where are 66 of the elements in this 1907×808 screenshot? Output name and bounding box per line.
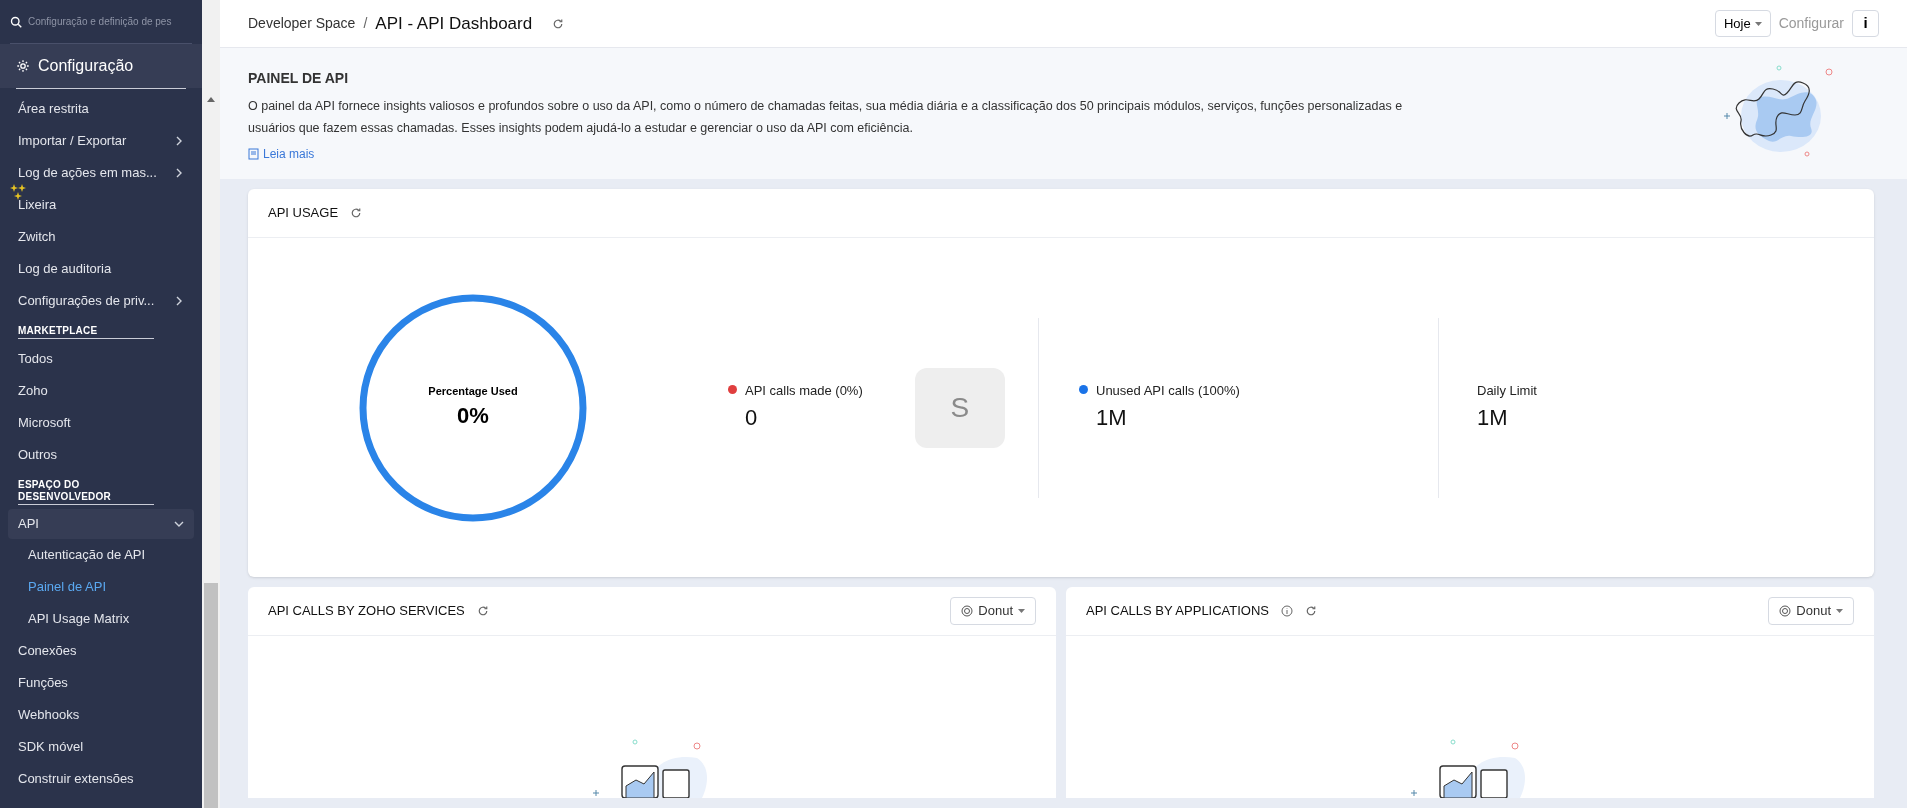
gauge-value: 0% xyxy=(457,402,489,431)
stat-value: 0 xyxy=(745,403,759,432)
sidebar-item[interactable]: Webhooks xyxy=(0,699,202,731)
sidebar-item[interactable]: Todos xyxy=(0,343,202,375)
sidebar-item[interactable]: Log de ações em mas... xyxy=(0,157,202,189)
section-header: Configuração xyxy=(0,44,202,88)
section-label: ESPAÇO DO DESENVOLVEDOR xyxy=(18,479,154,505)
gauge-label: Percentage Used xyxy=(428,383,518,399)
chart-type-dropdown[interactable]: Donut xyxy=(1768,597,1854,625)
breadcrumb-link[interactable]: Developer Space xyxy=(248,13,356,34)
breadcrumb-separator: / xyxy=(363,14,368,33)
stat-label: Daily Limit xyxy=(1477,382,1537,401)
chevron-icon xyxy=(174,168,184,178)
caret-icon xyxy=(1754,21,1762,26)
sidebar-subitem[interactable]: Autenticação de API xyxy=(0,539,202,571)
sidebar-item[interactable]: Log de auditoria xyxy=(0,253,202,285)
avatar-letter: S xyxy=(950,390,970,425)
page-title: API - API Dashboard xyxy=(375,12,533,35)
configure-label: Configurar xyxy=(1778,14,1844,33)
sidebar-item[interactable]: Zoho xyxy=(0,375,202,407)
sidebar-item[interactable]: Área restrita xyxy=(0,93,202,125)
banner-description: O painel da API fornece insights valiosos e profundos sobre o uso da API, como o número de chamadas feitas, sua média diária e a classificação dos 50 principais módulos, serviços, funções personalizadas e usuários que fazem essas chamadas. Esses insights podem ajudá-lo a estudar e gerenciar o uso da API com eficiência. xyxy=(248,98,1404,137)
refresh-icon[interactable] xyxy=(1305,605,1318,617)
sidebar-item[interactable]: Importar / Exportar xyxy=(0,125,202,157)
stat-label: Unused API calls (100%) xyxy=(1096,382,1240,401)
sidebar-item[interactable]: Lixeira xyxy=(0,189,202,221)
card-title: API CALLS BY ZOHO SERVICES xyxy=(268,602,465,621)
sidebar-item[interactable]: SDK móvel xyxy=(0,731,202,763)
period-dropdown[interactable]: Hoje xyxy=(1714,10,1771,37)
scrollbar-thumb[interactable] xyxy=(204,583,218,808)
read-more-link[interactable]: Leia mais xyxy=(248,145,1428,163)
sidebar-subitem[interactable]: Painel de API xyxy=(0,571,202,603)
info-icon[interactable] xyxy=(1281,605,1294,617)
sidebar-item[interactable]: Configurações de priv... xyxy=(0,285,202,317)
sidebar-subitem[interactable]: API Usage Matrix xyxy=(0,603,202,635)
gear-icon xyxy=(16,59,30,73)
search-icon xyxy=(10,15,22,28)
stat-label: API calls made (0%) xyxy=(745,382,863,401)
info-button[interactable]: i xyxy=(1852,10,1879,37)
stat-value: 1M xyxy=(1096,403,1128,432)
sidebar-item[interactable]: Construir extensões xyxy=(0,763,202,795)
sidebar-item[interactable]: Conexões xyxy=(0,635,202,667)
refresh-icon[interactable] xyxy=(350,207,363,219)
chevron-icon xyxy=(174,296,184,306)
sidebar-item[interactable]: Zwitch xyxy=(0,221,202,253)
chevron-icon xyxy=(174,136,184,146)
caret-icon xyxy=(1836,609,1843,613)
section-label: MARKETPLACE xyxy=(18,325,154,339)
sidebar-item[interactable]: Outros xyxy=(0,439,202,471)
search-field[interactable]: Configuração e definição de pes xyxy=(28,14,192,29)
donut-icon xyxy=(1779,605,1792,617)
banner-title: PAINEL DE API xyxy=(248,69,350,88)
chevron-icon xyxy=(174,519,184,529)
donut-icon xyxy=(961,605,974,617)
stat-value: 1M xyxy=(1477,403,1509,432)
card-title: API USAGE xyxy=(268,204,339,223)
sidebar-item[interactable]: Microsoft xyxy=(0,407,202,439)
card-title: API CALLS BY APPLICATIONS xyxy=(1086,602,1270,621)
sidebar-group[interactable]: API xyxy=(8,509,194,539)
refresh-icon[interactable] xyxy=(552,17,565,30)
scroll-up-icon[interactable] xyxy=(207,96,215,102)
refresh-icon[interactable] xyxy=(476,605,489,617)
book-icon xyxy=(248,148,259,160)
sidebar-item[interactable]: Funções xyxy=(0,667,202,699)
caret-icon xyxy=(1018,609,1025,613)
chart-type-dropdown[interactable]: Donut xyxy=(950,597,1036,625)
